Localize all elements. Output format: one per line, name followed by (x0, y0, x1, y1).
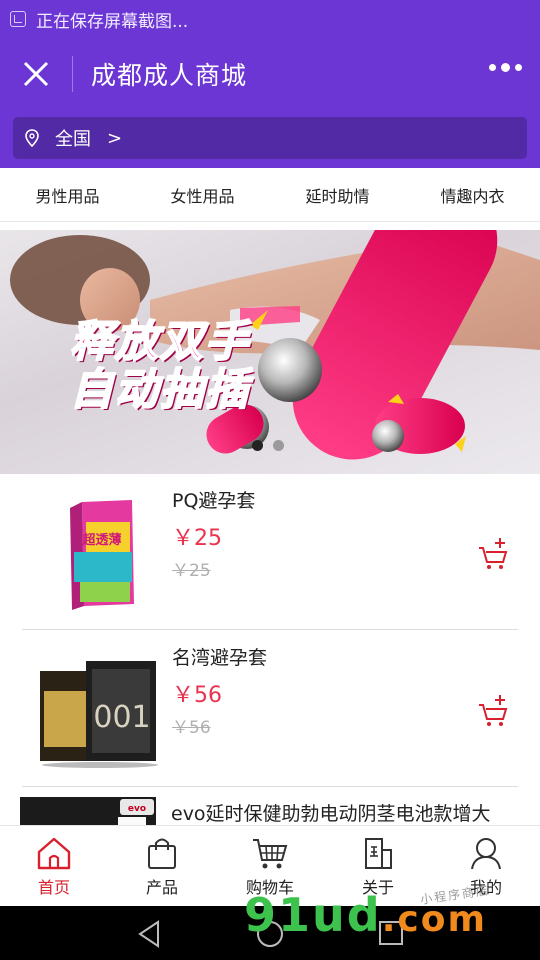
product-original-price: ￥25 (172, 561, 211, 581)
location-arrow: > (107, 127, 123, 149)
close-icon (23, 61, 49, 87)
category-tab-male[interactable]: 男性用品 (0, 168, 135, 221)
category-nav: 男性用品 女性用品 延时助情 情趣内衣 (0, 168, 540, 222)
add-to-cart-icon[interactable] (478, 693, 508, 727)
product-name: 名湾避孕套 (172, 647, 268, 669)
bag-icon (148, 838, 176, 869)
thumb-label: 超透薄 (82, 532, 121, 548)
more-dot-icon (515, 64, 522, 71)
product-name: PQ避孕套 (172, 490, 256, 512)
carousel-dot-active[interactable] (252, 440, 263, 451)
title-bar: 成都成人商城 (0, 38, 540, 110)
promo-banner[interactable]: 释放双手 自动抽插 (0, 230, 540, 474)
product-thumbnail: 超透薄 (70, 500, 134, 610)
status-text: 正在保存屏幕截图... (36, 11, 189, 32)
product-name: evo延时保健助勃电动阴茎电池款增大 (171, 803, 491, 825)
location-label: 全国 (55, 129, 91, 150)
close-button[interactable] (0, 38, 72, 110)
cart-icon (253, 839, 288, 869)
product-item[interactable]: 超透薄 PQ避孕套 ￥25 ￥25 (22, 474, 518, 630)
user-icon (471, 838, 501, 870)
product-price: ￥56 (172, 683, 222, 708)
category-tab-female[interactable]: 女性用品 (135, 168, 270, 221)
more-dot-icon (489, 64, 496, 71)
product-item[interactable]: 001 名湾避孕套 ￥56 ￥56 (22, 631, 518, 787)
thumb-label: 001 (93, 700, 150, 735)
tab-products[interactable]: 产品 (108, 826, 216, 906)
page-title: 成都成人商城 (91, 61, 248, 90)
carousel-indicator (252, 440, 284, 451)
banner-line-2: 自动抽插 (69, 365, 250, 415)
home-icon (37, 837, 71, 870)
more-dot-icon (501, 63, 510, 72)
back-icon[interactable] (136, 920, 164, 948)
title-divider (72, 56, 73, 92)
product-price: ￥25 (172, 526, 222, 551)
tab-products-label: 产品 (145, 878, 178, 897)
tab-home[interactable]: 首页 (0, 826, 108, 906)
location-pin-icon (25, 129, 39, 147)
location-selector[interactable]: 全国 > (13, 117, 527, 159)
banner-line-1: 释放双手 (69, 317, 250, 367)
banner-headline: 释放双手 自动抽插 (69, 317, 250, 415)
product-thumbnail: 001 (40, 661, 158, 768)
more-options-button[interactable] (489, 63, 522, 72)
app-screen: 正在保存屏幕截图... 成都成人商城 全国 > 男性用品 女性用品 延时助情 情… (0, 0, 540, 960)
product-original-price: ￥56 (172, 718, 211, 738)
carousel-dot[interactable] (273, 440, 284, 451)
tab-home-label: 首页 (37, 878, 70, 897)
thumb-label: evo (128, 804, 146, 814)
watermark-main: 91ud (244, 888, 382, 942)
category-tab-lingerie[interactable]: 情趣内衣 (405, 168, 540, 221)
add-to-cart-icon[interactable] (478, 536, 508, 570)
screenshot-icon (10, 11, 26, 27)
building-icon (365, 838, 392, 869)
location-bar: 全国 > (0, 110, 540, 168)
category-tab-delay[interactable]: 延时助情 (270, 168, 405, 221)
status-bar: 正在保存屏幕截图... (0, 0, 540, 38)
